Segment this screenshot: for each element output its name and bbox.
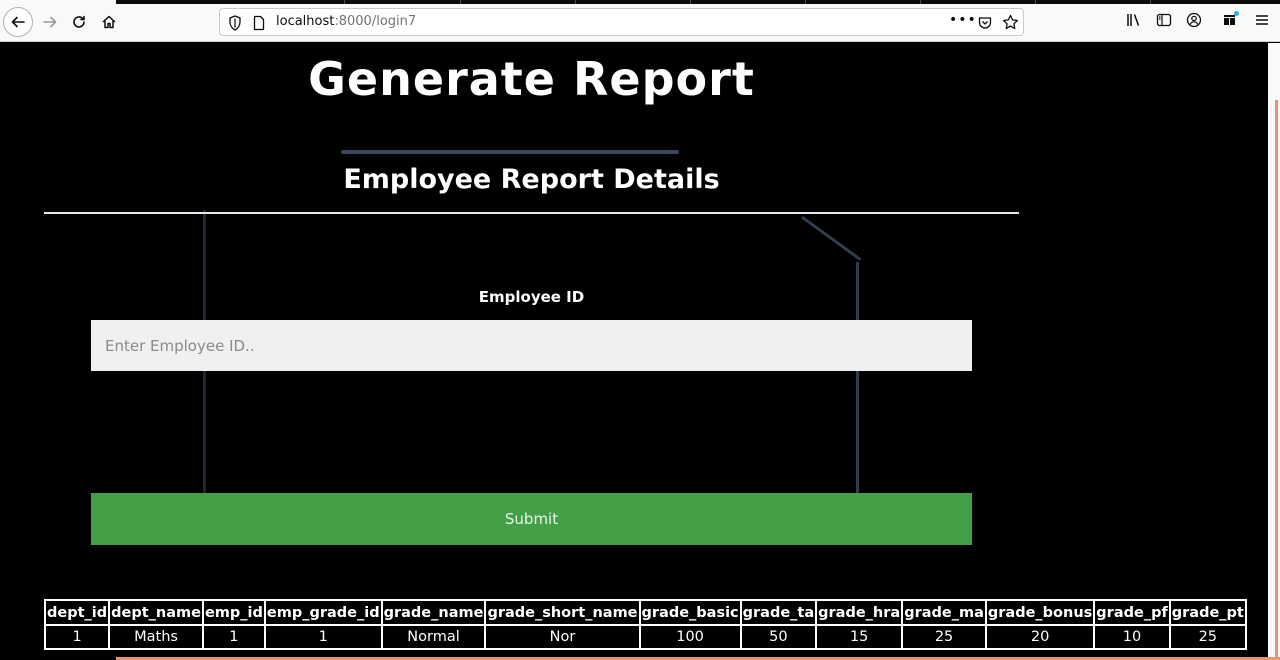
- employee-id-label: Employee ID: [478, 288, 585, 306]
- table-cell: Nor: [484, 624, 641, 650]
- home-button[interactable]: [95, 8, 123, 36]
- table-cell: 1: [263, 624, 383, 650]
- column-header: dept_id: [43, 599, 111, 626]
- url-text[interactable]: localhost:8000/login7: [276, 14, 416, 29]
- horizontal-divider: [44, 212, 1019, 214]
- table-cell: 25: [901, 624, 987, 650]
- column-header: grade_basic: [638, 599, 742, 626]
- back-arrow-icon: [11, 16, 25, 28]
- tab-separator: [690, 0, 691, 4]
- table-cell: 1: [201, 624, 266, 650]
- url-host: localhost: [276, 14, 335, 29]
- decorative-divider: [341, 150, 679, 154]
- table-row: 1 Maths 1 1 Normal Nor 100 50 15 25 20 1…: [43, 624, 1247, 650]
- column-header: emp_id: [201, 599, 266, 626]
- page-title: Generate Report: [308, 52, 755, 106]
- tab-separator: [1150, 0, 1151, 4]
- back-button[interactable]: [3, 7, 33, 37]
- tab-separator: [344, 0, 345, 4]
- page-info-icon[interactable]: [252, 15, 266, 31]
- column-header: grade_bonus: [984, 599, 1096, 626]
- column-header: grade_pf: [1093, 599, 1171, 626]
- tab-strip: [0, 0, 1280, 4]
- table-cell: Maths: [108, 624, 204, 650]
- table-cell: 50: [739, 624, 818, 650]
- sidebar-icon[interactable]: [1156, 12, 1172, 28]
- forward-arrow-icon: [43, 16, 57, 28]
- reload-button[interactable]: [65, 8, 93, 36]
- column-header: grade_ma: [901, 599, 987, 626]
- tab-separator: [460, 0, 461, 4]
- extensions-icon[interactable]: [1222, 10, 1240, 28]
- table-cell: Normal: [380, 624, 487, 650]
- report-table: dept_id dept_name emp_id emp_grade_id gr…: [43, 599, 1247, 650]
- column-header: emp_grade_id: [263, 599, 383, 626]
- accent-border: [1275, 100, 1278, 660]
- column-header: dept_name: [108, 599, 204, 626]
- shield-icon[interactable]: [228, 15, 242, 31]
- bookmark-star-icon[interactable]: [1002, 14, 1019, 31]
- tab-separator: [575, 0, 576, 4]
- reload-icon: [73, 15, 85, 28]
- pocket-icon[interactable]: [977, 15, 993, 31]
- table-cell: 1: [43, 624, 111, 650]
- column-header: grade_hra: [815, 599, 904, 626]
- column-header: grade_name: [380, 599, 487, 626]
- active-tab[interactable]: [0, 0, 116, 4]
- library-icon[interactable]: [1126, 12, 1142, 28]
- url-bar[interactable]: localhost:8000/login7 •••: [219, 8, 1024, 36]
- section-title: Employee Report Details: [343, 164, 720, 195]
- table-cell: 10: [1093, 624, 1171, 650]
- page-scrollbar[interactable]: [1268, 43, 1280, 660]
- home-icon: [102, 15, 116, 29]
- page-actions-menu-icon[interactable]: •••: [949, 12, 977, 28]
- employee-id-input[interactable]: [91, 320, 972, 371]
- tab-separator: [920, 0, 921, 4]
- table-cell: 20: [984, 624, 1096, 650]
- tab-separator: [1035, 0, 1036, 4]
- forward-button[interactable]: [36, 8, 64, 36]
- hamburger-menu-icon[interactable]: [1254, 12, 1270, 28]
- url-path: :8000/login7: [334, 14, 417, 29]
- submit-button[interactable]: Submit: [91, 493, 972, 545]
- column-header: grade_short_name: [484, 599, 641, 626]
- account-icon[interactable]: [1186, 12, 1202, 28]
- table-cell: 15: [815, 624, 904, 650]
- table-cell: 25: [1168, 624, 1247, 650]
- tab-separator: [805, 0, 806, 4]
- column-header: grade_ta: [739, 599, 818, 626]
- column-header: grade_pt: [1168, 599, 1247, 626]
- table-header-row: dept_id dept_name emp_id emp_grade_id gr…: [43, 599, 1247, 626]
- table-cell: 100: [638, 624, 742, 650]
- browser-toolbar: localhost:8000/login7 •••: [0, 0, 1280, 42]
